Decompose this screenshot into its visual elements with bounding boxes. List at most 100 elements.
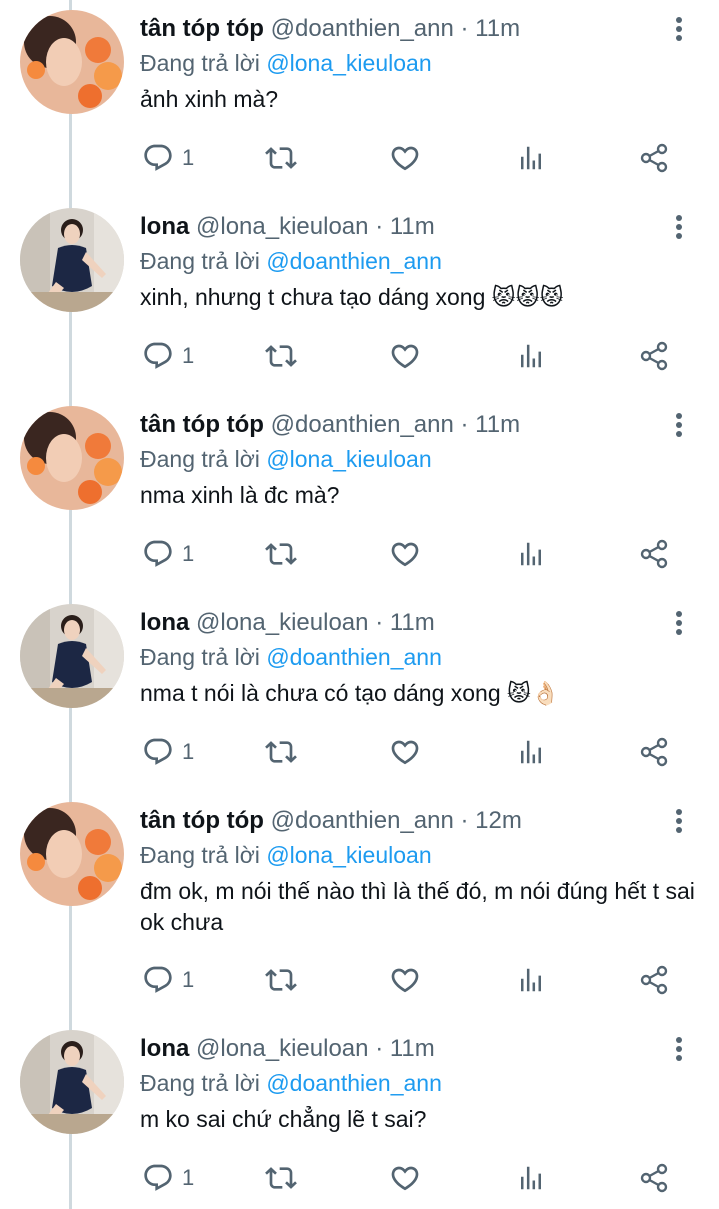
timestamp[interactable]: 12m bbox=[475, 807, 522, 834]
retweet-button[interactable] bbox=[264, 534, 298, 574]
retweet-button[interactable] bbox=[264, 336, 298, 376]
reply-mention[interactable]: @doanthien_ann bbox=[266, 1070, 442, 1096]
retweet-button[interactable] bbox=[264, 732, 298, 772]
share-icon bbox=[640, 1163, 668, 1193]
reply-mention[interactable]: @lona_kieuloan bbox=[266, 842, 431, 868]
author-handle[interactable]: @lona_kieuloan bbox=[196, 1035, 369, 1062]
avatar-lona[interactable] bbox=[20, 208, 124, 312]
reply-count: 1 bbox=[182, 739, 195, 764]
heart-icon bbox=[391, 740, 419, 765]
retweet-button[interactable] bbox=[264, 138, 298, 178]
author-name[interactable]: lona bbox=[140, 213, 189, 240]
heart-icon bbox=[391, 344, 419, 369]
views-button[interactable] bbox=[516, 336, 546, 376]
tweet-text: đm ok, m nói thế nào thì là thế đó, m nó… bbox=[140, 878, 695, 935]
views-icon bbox=[521, 740, 541, 764]
reply-mention[interactable]: @lona_kieuloan bbox=[266, 50, 431, 76]
share-icon bbox=[640, 737, 668, 767]
reply-button[interactable]: 1 bbox=[142, 534, 194, 574]
timestamp[interactable]: 11m bbox=[475, 15, 520, 42]
separator-dot: · bbox=[460, 15, 469, 42]
views-button[interactable] bbox=[516, 960, 546, 1000]
tweet-header: lona @lona_kieuloan · 11m bbox=[140, 608, 435, 638]
reply-icon bbox=[144, 342, 172, 369]
author-name[interactable]: tân tóp tóp bbox=[140, 15, 264, 42]
more-options-button[interactable] bbox=[667, 806, 691, 836]
replying-to-label: Đang trả lời bbox=[140, 248, 260, 274]
views-button[interactable] bbox=[516, 732, 546, 772]
author-handle[interactable]: @doanthien_ann bbox=[271, 807, 454, 834]
author-name[interactable]: lona bbox=[140, 609, 189, 636]
reply-mention[interactable]: @doanthien_ann bbox=[266, 248, 442, 274]
share-icon bbox=[640, 539, 668, 569]
more-options-button[interactable] bbox=[667, 212, 691, 242]
author-name[interactable]: tân tóp tóp bbox=[140, 807, 264, 834]
like-button[interactable] bbox=[389, 732, 421, 772]
author-handle[interactable]: @lona_kieuloan bbox=[196, 213, 369, 240]
tweet-actions: 1 bbox=[0, 960, 719, 1000]
timestamp[interactable]: 11m bbox=[475, 411, 520, 438]
more-options-button[interactable] bbox=[667, 14, 691, 44]
more-vertical-icon bbox=[676, 413, 682, 437]
tweet-actions: 1 bbox=[0, 732, 719, 772]
reply-button[interactable]: 1 bbox=[142, 138, 194, 178]
avatar-lona[interactable] bbox=[20, 1030, 124, 1134]
heart-icon bbox=[391, 146, 419, 171]
tweet-text: nma xinh là đc mà? bbox=[140, 482, 340, 508]
author-name[interactable]: tân tóp tóp bbox=[140, 411, 264, 438]
like-button[interactable] bbox=[389, 534, 421, 574]
tweet-text: m ko sai chứ chẳng lẽ t sai? bbox=[140, 1106, 427, 1132]
reply-icon bbox=[144, 144, 172, 171]
reply-icon bbox=[144, 738, 172, 765]
share-button[interactable] bbox=[638, 732, 670, 772]
share-button[interactable] bbox=[638, 138, 670, 178]
views-button[interactable] bbox=[516, 1158, 546, 1198]
avatar-lona[interactable] bbox=[20, 604, 124, 708]
author-name[interactable]: lona bbox=[140, 1035, 189, 1062]
more-vertical-icon bbox=[676, 809, 682, 833]
timestamp[interactable]: 11m bbox=[390, 1035, 435, 1062]
avatar-doanthien[interactable] bbox=[20, 406, 124, 510]
more-options-button[interactable] bbox=[667, 1034, 691, 1064]
reply-button[interactable]: 1 bbox=[142, 960, 194, 1000]
replying-to: Đang trả lời @doanthien_ann bbox=[140, 642, 442, 672]
like-button[interactable] bbox=[389, 336, 421, 376]
like-button[interactable] bbox=[389, 138, 421, 178]
author-handle[interactable]: @lona_kieuloan bbox=[196, 609, 369, 636]
avatar-doanthien[interactable] bbox=[20, 802, 124, 906]
more-options-button[interactable] bbox=[667, 608, 691, 638]
timestamp[interactable]: 11m bbox=[390, 609, 435, 636]
reply-count: 1 bbox=[182, 967, 195, 992]
share-button[interactable] bbox=[638, 960, 670, 1000]
author-handle[interactable]: @doanthien_ann bbox=[271, 15, 454, 42]
retweet-button[interactable] bbox=[264, 1158, 298, 1198]
share-button[interactable] bbox=[638, 336, 670, 376]
views-icon bbox=[521, 344, 541, 368]
retweet-icon bbox=[265, 1167, 297, 1189]
retweet-icon bbox=[265, 543, 297, 565]
replying-to: Đang trả lời @doanthien_ann bbox=[140, 1068, 442, 1098]
timestamp[interactable]: 11m bbox=[390, 213, 435, 240]
avatar-doanthien[interactable] bbox=[20, 10, 124, 114]
reply-mention[interactable]: @doanthien_ann bbox=[266, 644, 442, 670]
reply-button[interactable]: 1 bbox=[142, 336, 194, 376]
reply-icon bbox=[144, 540, 172, 567]
like-button[interactable] bbox=[389, 960, 421, 1000]
more-vertical-icon bbox=[676, 215, 682, 239]
reply-button[interactable]: 1 bbox=[142, 732, 194, 772]
reply-button[interactable]: 1 bbox=[142, 1158, 194, 1198]
more-vertical-icon bbox=[676, 17, 682, 41]
tweet-actions: 1 bbox=[0, 138, 719, 178]
reply-mention[interactable]: @lona_kieuloan bbox=[266, 446, 431, 472]
views-button[interactable] bbox=[516, 138, 546, 178]
retweet-button[interactable] bbox=[264, 960, 298, 1000]
views-button[interactable] bbox=[516, 534, 546, 574]
share-button[interactable] bbox=[638, 1158, 670, 1198]
like-button[interactable] bbox=[389, 1158, 421, 1198]
more-options-button[interactable] bbox=[667, 410, 691, 440]
author-handle[interactable]: @doanthien_ann bbox=[271, 411, 454, 438]
reply-count: 1 bbox=[182, 343, 195, 368]
share-button[interactable] bbox=[638, 534, 670, 574]
tweet-header: lona @lona_kieuloan · 11m bbox=[140, 212, 435, 242]
views-icon bbox=[521, 146, 541, 170]
